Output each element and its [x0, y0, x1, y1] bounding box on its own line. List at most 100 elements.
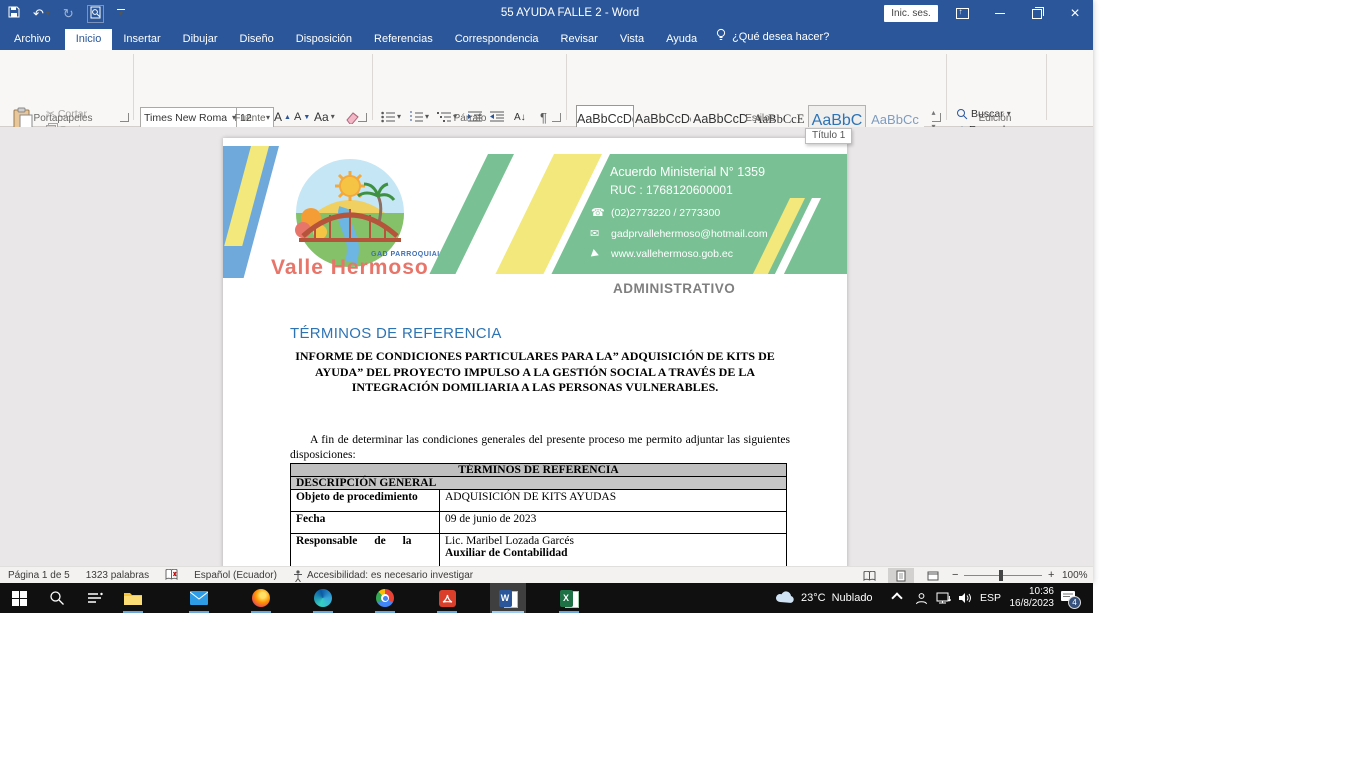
taskbar-chrome[interactable]: [368, 583, 402, 613]
zoom-slider-handle[interactable]: [999, 570, 1003, 581]
windows-logo-icon: [12, 591, 27, 606]
tray-language[interactable]: ESP: [980, 583, 1001, 613]
tray-volume-icon[interactable]: [958, 583, 972, 613]
close-button[interactable]: ×: [1058, 0, 1092, 27]
word-count[interactable]: 1323 palabras: [86, 570, 149, 581]
mail-icon: ✉: [590, 227, 599, 240]
banner-acuerdo: Acuerdo Ministerial N° 1359: [610, 165, 765, 179]
restore-button[interactable]: [1020, 0, 1054, 27]
weather-widget[interactable]: 23°C Nublado: [775, 583, 873, 613]
notification-badge: 4: [1068, 596, 1081, 609]
tab-diseno[interactable]: Diseño: [229, 29, 285, 50]
read-mode-button[interactable]: [856, 568, 882, 583]
zoom-in-button[interactable]: +: [1048, 569, 1054, 581]
paragraph-dialog-launcher[interactable]: [552, 113, 561, 122]
group-label-paragraph: Párrafo: [420, 113, 520, 124]
tray-people-icon[interactable]: [915, 583, 928, 613]
banner-web: www.vallehermoso.gob.ec: [611, 248, 733, 260]
ribbon-tab-row: Archivo Inicio Insertar Dibujar Diseño D…: [0, 27, 1093, 50]
table-title-cell[interactable]: TÉRMINOS DE REFERENCIA: [291, 464, 787, 477]
accessibility-status[interactable]: Accesibilidad: es necesario investigar: [293, 570, 473, 582]
window-title: 55 AYUDA FALLE 2 - Word: [440, 0, 700, 27]
taskbar-acrobat[interactable]: [430, 583, 464, 613]
status-bar: Página 1 de 5 1323 palabras Español (Ecu…: [0, 566, 1093, 584]
print-layout-button[interactable]: [888, 568, 914, 583]
ribbon: Pegar ▾ ✂ Cortar Copiar Copiar formato P…: [0, 50, 1093, 127]
web-layout-button[interactable]: [920, 568, 946, 583]
table-row: TÉRMINOS DE REFERENCIA: [291, 464, 787, 477]
search-icon: [49, 590, 65, 606]
styles-dialog-launcher[interactable]: [932, 113, 941, 122]
taskbar-edge[interactable]: [306, 583, 340, 613]
zoom-level[interactable]: 100%: [1062, 570, 1088, 581]
language-indicator[interactable]: Español (Ecuador): [194, 570, 277, 581]
quick-access-toolbar: ↶▾ ↻ ▾: [8, 0, 125, 27]
minimize-button[interactable]: [983, 0, 1017, 27]
show-marks-button[interactable]: ¶: [540, 107, 547, 127]
doc-heading: TÉRMINOS DE REFERENCIA: [290, 325, 502, 342]
reference-table[interactable]: TÉRMINOS DE REFERENCIA DESCRIPCIÓN GENER…: [290, 463, 787, 566]
ribbon-display-options-button[interactable]: [945, 0, 979, 27]
taskbar-firefox[interactable]: [244, 583, 278, 613]
taskbar-word-active[interactable]: W: [490, 583, 526, 613]
clipboard-dialog-launcher[interactable]: [120, 113, 129, 122]
doc-subject: INFORME DE CONDICIONES PARTICULARES PARA…: [279, 349, 791, 396]
tab-archivo[interactable]: Archivo: [0, 29, 65, 50]
tab-insertar[interactable]: Insertar: [112, 29, 171, 50]
document-page[interactable]: GAD PARROQUIAL Valle Hermoso Acuerdo Min…: [223, 138, 847, 566]
start-button[interactable]: [2, 583, 36, 613]
customize-qat-button[interactable]: ▾: [117, 9, 125, 18]
notification-center-button[interactable]: 4: [1060, 583, 1078, 613]
title-bar: ↶▾ ↻ ▾ 55 AYUDA FALLE 2 - Word Inic. ses…: [0, 0, 1093, 27]
tab-revisar[interactable]: Revisar: [550, 29, 609, 50]
tab-ayuda[interactable]: Ayuda: [655, 29, 708, 50]
tab-referencias[interactable]: Referencias: [363, 29, 444, 50]
save-icon[interactable]: [8, 6, 20, 21]
dept-title: ADMINISTRATIVO: [613, 281, 735, 296]
document-canvas[interactable]: GAD PARROQUIAL Valle Hermoso Acuerdo Min…: [0, 127, 1093, 566]
table-row: Fecha 09 de junio de 2023: [291, 512, 787, 534]
table-row: Objeto de procedimiento ADQUISICIÓN DE K…: [291, 490, 787, 512]
lightbulb-icon: [716, 28, 726, 45]
bullets-button[interactable]: ▾: [381, 107, 401, 127]
firefox-icon: [252, 589, 270, 607]
header-banner: Acuerdo Ministerial N° 1359 RUC : 176812…: [428, 154, 847, 274]
table-section-cell[interactable]: DESCRIPCIÓN GENERAL: [291, 477, 787, 490]
tab-vista[interactable]: Vista: [609, 29, 655, 50]
change-case-button[interactable]: Aa▾: [314, 107, 335, 127]
page-indicator[interactable]: Página 1 de 5: [8, 570, 70, 581]
style-tooltip: Título 1: [805, 128, 852, 144]
tab-inicio[interactable]: Inicio: [65, 29, 113, 50]
group-label-editing: Edición: [950, 113, 1040, 124]
taskbar-excel[interactable]: X: [552, 583, 586, 613]
screen: ↶▾ ↻ ▾ 55 AYUDA FALLE 2 - Word Inic. ses…: [0, 0, 1366, 768]
redo-button[interactable]: ↻: [63, 6, 74, 22]
org-name: Valle Hermoso: [271, 256, 429, 280]
tab-disposicion[interactable]: Disposición: [285, 29, 363, 50]
taskbar-file-explorer[interactable]: [116, 583, 150, 613]
weather-cond: Nublado: [832, 592, 873, 604]
tab-correspondencia[interactable]: Correspondencia: [444, 29, 550, 50]
tray-time: 10:36: [1029, 586, 1054, 598]
weather-temp: 23°C: [801, 592, 826, 604]
group-label-clipboard: Portapapeles: [18, 113, 108, 124]
tray-clock[interactable]: 10:36 16/8/2023: [1008, 583, 1054, 613]
zoom-slider-track[interactable]: [964, 575, 1042, 576]
file-explorer-icon: [124, 591, 142, 606]
taskbar-search-button[interactable]: [40, 583, 74, 613]
tray-network-icon[interactable]: [936, 583, 951, 613]
undo-button[interactable]: ↶▾: [33, 6, 50, 22]
banner-email: gadprvallehermoso@hotmail.com: [611, 228, 768, 240]
task-view-button[interactable]: [78, 583, 112, 613]
tab-dibujar[interactable]: Dibujar: [172, 29, 229, 50]
print-preview-icon[interactable]: [87, 5, 104, 23]
sign-in-button[interactable]: Inic. ses.: [884, 5, 938, 22]
tell-me-box[interactable]: ¿Qué desea hacer?: [708, 24, 837, 50]
font-dialog-launcher[interactable]: [358, 113, 367, 122]
word-window: ↶▾ ↻ ▾ 55 AYUDA FALLE 2 - Word Inic. ses…: [0, 0, 1093, 583]
proofing-icon[interactable]: [165, 569, 178, 583]
zoom-out-button[interactable]: −: [952, 569, 958, 581]
taskbar-mail[interactable]: [182, 583, 216, 613]
group-label-styles: Estilos: [710, 113, 810, 124]
tray-chevron-button[interactable]: [893, 583, 901, 613]
